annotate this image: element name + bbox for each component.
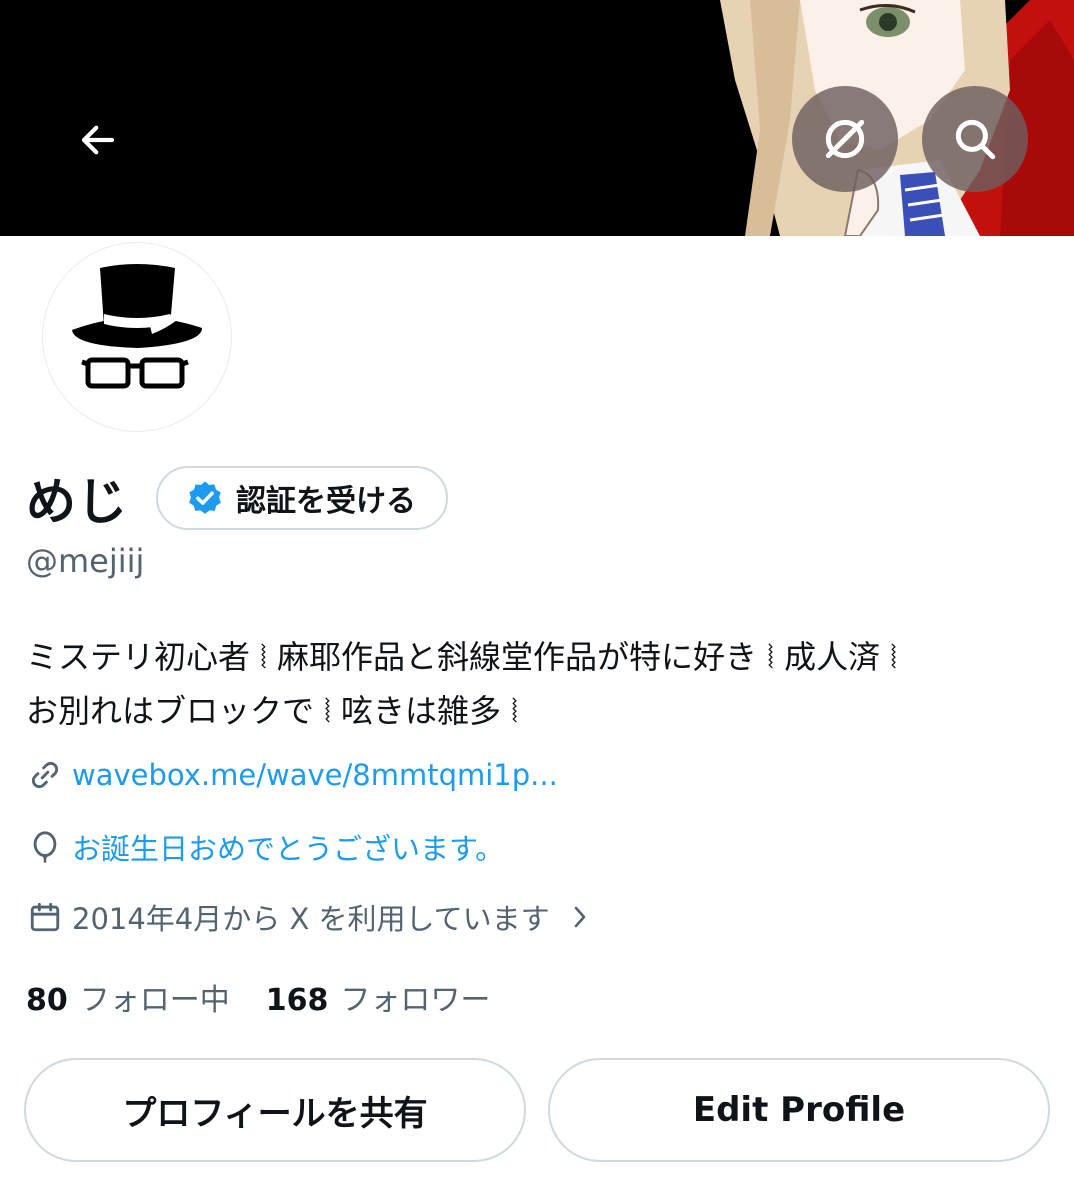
banner-artwork xyxy=(720,0,1074,236)
edit-profile-button[interactable]: Edit Profile xyxy=(548,1058,1050,1162)
arrow-left-icon xyxy=(81,125,115,155)
balloon-icon xyxy=(26,828,64,866)
website-link[interactable]: wavebox.me/wave/8mmtqmi1p... xyxy=(72,758,558,792)
bio-line: お別れはブロックで ⦚ 呟きは雑多 ⦚ xyxy=(26,692,518,730)
search-icon xyxy=(955,119,996,160)
share-profile-button[interactable]: プロフィールを共有 xyxy=(24,1058,526,1162)
get-verified-button[interactable]: 認証を受ける xyxy=(156,466,448,530)
grok-button[interactable] xyxy=(792,86,898,192)
slash-circle-icon xyxy=(825,119,865,159)
calendar-icon xyxy=(26,898,64,936)
joined-row[interactable]: 2014年4月から X を利用しています xyxy=(26,896,592,938)
following-label: フォロー中 xyxy=(79,983,230,1018)
profile-banner[interactable] xyxy=(0,0,1074,236)
following-stat[interactable]: 80 フォロー中 xyxy=(26,975,230,1019)
followers-stat[interactable]: 168 フォロワー xyxy=(266,975,491,1019)
chevron-right-icon xyxy=(568,903,592,931)
followers-label: フォロワー xyxy=(340,983,491,1018)
verified-badge-icon xyxy=(189,481,221,514)
top-hat-glasses-avatar-image xyxy=(72,264,202,389)
search-button[interactable] xyxy=(922,86,1028,192)
link-icon xyxy=(26,756,64,794)
joined-date: 2014年4月から X を利用しています xyxy=(72,902,550,936)
avatar[interactable] xyxy=(38,238,236,436)
display-name: めじ xyxy=(26,473,128,531)
bio-line: ミステリ初心者 ⦚ 麻耶作品と斜線堂作品が特に好き ⦚ 成人済 ⦚ xyxy=(26,638,897,676)
birthday-row: お誕生日おめでとうございます。 xyxy=(26,826,504,868)
following-count: 80 xyxy=(26,983,68,1018)
get-verified-label: 認証を受ける xyxy=(236,484,416,519)
followers-count: 168 xyxy=(265,983,329,1018)
bio: ミステリ初心者 ⦚ 麻耶作品と斜線堂作品が特に好き ⦚ 成人済 ⦚ お別れはブロ… xyxy=(26,630,1046,738)
website-row: wavebox.me/wave/8mmtqmi1p... xyxy=(26,756,558,794)
name-row: めじ 認証を受ける xyxy=(26,462,448,534)
birthday-text: お誕生日おめでとうございます。 xyxy=(72,832,505,866)
user-handle: @mejiij xyxy=(26,542,145,580)
follow-stats: 80 フォロー中 168 フォロワー xyxy=(26,975,526,1019)
back-button[interactable] xyxy=(68,110,128,170)
